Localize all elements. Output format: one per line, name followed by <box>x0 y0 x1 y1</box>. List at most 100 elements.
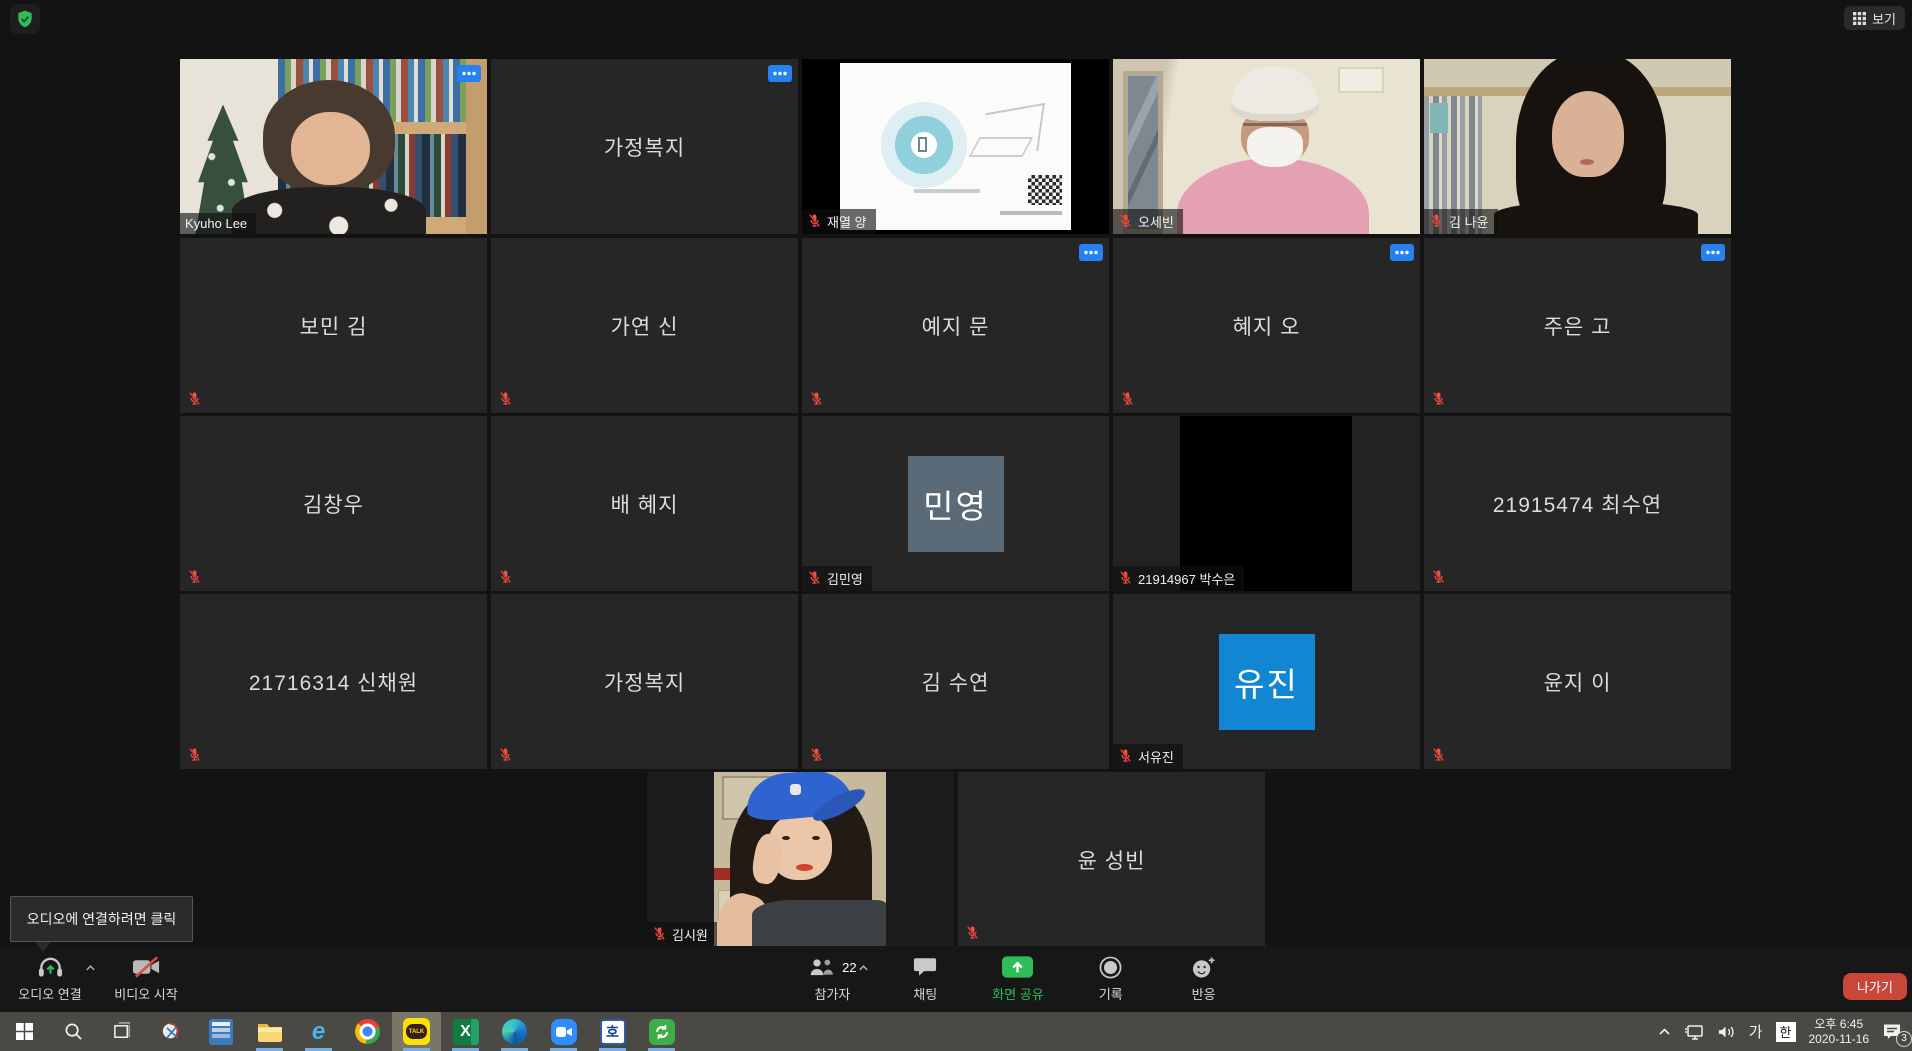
more-options-button[interactable] <box>768 65 792 82</box>
participant-tile[interactable]: 가연 신 <box>491 238 798 413</box>
top-bar: 보기 <box>0 0 1912 34</box>
video-feed <box>1424 59 1731 234</box>
tray-chevron-up-icon[interactable] <box>1658 1027 1671 1036</box>
share-screen-icon <box>1001 955 1034 979</box>
participant-tile[interactable]: 김시원 <box>647 772 954 947</box>
kakaotalk-icon[interactable]: TALK <box>392 1012 441 1051</box>
muted-mic-icon <box>965 925 981 941</box>
video-off-icon <box>132 955 161 979</box>
task-view-icon[interactable] <box>98 1012 147 1051</box>
participant-tile[interactable]: 보민 김 <box>180 238 487 413</box>
share-screen-button[interactable]: 화면 공유 <box>972 946 1065 1012</box>
edge-icon[interactable] <box>490 1012 539 1051</box>
participant-tile[interactable]: 가정복지 <box>491 594 798 769</box>
reactions-button[interactable]: 반응 <box>1157 946 1250 1012</box>
excel-icon[interactable]: X <box>441 1012 490 1051</box>
participant-tile[interactable]: 오세빈 <box>1113 59 1420 234</box>
muted-mic-icon <box>809 391 825 407</box>
participant-tile[interactable]: 예지 문 <box>802 238 1109 413</box>
muted-mic-icon <box>187 391 203 407</box>
taskbar-clock[interactable]: 오후 6:45 2020-11-16 <box>1809 1017 1870 1047</box>
windows-taskbar: e TALK X 호 가 한 오후 6:45 <box>0 1012 1912 1051</box>
video-feed <box>1113 59 1420 234</box>
participant-tile[interactable]: 김 나윤 <box>1424 59 1731 234</box>
ime-han-indicator[interactable]: 한 <box>1776 1022 1796 1042</box>
participant-name: 21915474 최수연 <box>1424 416 1731 591</box>
muted-mic-icon <box>1120 391 1136 407</box>
participant-tile[interactable]: 김 수연 <box>802 594 1109 769</box>
zoom-app-icon[interactable] <box>539 1012 588 1051</box>
participant-name: 가정복지 <box>491 594 798 769</box>
record-button[interactable]: 기록 <box>1064 946 1157 1012</box>
start-button[interactable] <box>0 1012 49 1051</box>
participant-tile[interactable]: 배 혜지 <box>491 416 798 591</box>
participant-name-label: Kyuho Lee <box>180 213 256 234</box>
muted-mic-icon <box>187 569 203 585</box>
calculator-icon[interactable] <box>196 1012 245 1051</box>
participant-name-label: 21914967 박수은 <box>1113 566 1244 591</box>
muted-mic-icon <box>652 926 667 944</box>
participant-name: 가정복지 <box>491 59 798 234</box>
file-explorer-icon[interactable] <box>245 1012 294 1051</box>
participant-name-label: 재열 양 <box>802 209 876 234</box>
participant-tile[interactable]: 윤지 이 <box>1424 594 1731 769</box>
participant-name-label: 서유진 <box>1113 744 1183 769</box>
more-options-button[interactable] <box>1701 244 1725 261</box>
volume-icon[interactable] <box>1717 1024 1736 1040</box>
participant-tile[interactable]: 21915474 최수연 <box>1424 416 1731 591</box>
chat-button[interactable]: 채팅 <box>879 946 972 1012</box>
avatar: 민영 <box>908 456 1004 552</box>
video-feed <box>647 772 954 947</box>
ime-korean-a[interactable]: 가 <box>1749 1021 1763 1042</box>
participants-icon <box>808 956 835 978</box>
participant-tile[interactable]: 민영 김민영 <box>802 416 1109 591</box>
encryption-shield-icon[interactable] <box>10 4 40 34</box>
participant-name: 혜지 오 <box>1113 238 1420 413</box>
snipping-tool-icon[interactable] <box>147 1012 196 1051</box>
participant-tile[interactable]: 21914967 박수은 <box>1113 416 1420 591</box>
view-button[interactable]: 보기 <box>1844 6 1905 30</box>
participant-tile[interactable]: Kyuho Lee <box>180 59 487 234</box>
muted-mic-icon <box>1118 748 1133 766</box>
muted-mic-icon <box>1431 391 1447 407</box>
participant-tile[interactable]: 21716314 신채원 <box>180 594 487 769</box>
participants-button[interactable]: 22 참가자 <box>786 946 879 1012</box>
search-icon[interactable] <box>49 1012 98 1051</box>
participant-tile[interactable]: 혜지 오 <box>1113 238 1420 413</box>
shared-screen-feed <box>802 59 1109 234</box>
green-sync-icon[interactable] <box>637 1012 686 1051</box>
participant-tile[interactable]: 재열 양 <box>802 59 1109 234</box>
muted-mic-icon <box>1118 570 1133 588</box>
participant-name-label: 오세빈 <box>1113 209 1183 234</box>
view-label: 보기 <box>1872 9 1896 28</box>
more-options-button[interactable] <box>1390 244 1414 261</box>
avatar: 유진 <box>1219 634 1315 730</box>
participant-tile[interactable]: 김창우 <box>180 416 487 591</box>
participants-count: 22 <box>842 960 856 975</box>
start-video-button[interactable]: 비디오 시작 <box>98 946 194 1012</box>
more-options-button[interactable] <box>1079 244 1103 261</box>
reactions-icon <box>1191 955 1216 979</box>
muted-mic-icon <box>187 747 203 763</box>
network-icon[interactable] <box>1684 1024 1704 1040</box>
muted-mic-icon <box>809 747 825 763</box>
leave-button[interactable]: 나가기 <box>1843 973 1907 1000</box>
participant-tile[interactable]: 유진 서유진 <box>1113 594 1420 769</box>
tray-date: 2020-11-16 <box>1809 1032 1870 1047</box>
meeting-toolbar: 오디오 연결 비디오 시작 22 참가자 <box>0 946 1912 1012</box>
join-audio-tooltip: 오디오에 연결하려면 클릭 <box>10 896 193 942</box>
participant-name: 보민 김 <box>180 238 487 413</box>
chrome-icon[interactable] <box>343 1012 392 1051</box>
participant-name: 윤지 이 <box>1424 594 1731 769</box>
notification-center-icon[interactable]: 3 <box>1882 1020 1904 1044</box>
more-options-button[interactable] <box>457 65 481 82</box>
participant-tile[interactable]: 윤 성빈 <box>958 772 1265 947</box>
audio-options-chevron[interactable] <box>85 964 96 972</box>
participant-tile[interactable]: 가정복지 <box>491 59 798 234</box>
participant-name: 예지 문 <box>802 238 1109 413</box>
hangul-office-icon[interactable]: 호 <box>588 1012 637 1051</box>
participants-chevron[interactable] <box>858 964 869 972</box>
participant-tile[interactable]: 주은 고 <box>1424 238 1731 413</box>
muted-mic-icon <box>1431 569 1447 585</box>
internet-explorer-icon[interactable]: e <box>294 1012 343 1051</box>
